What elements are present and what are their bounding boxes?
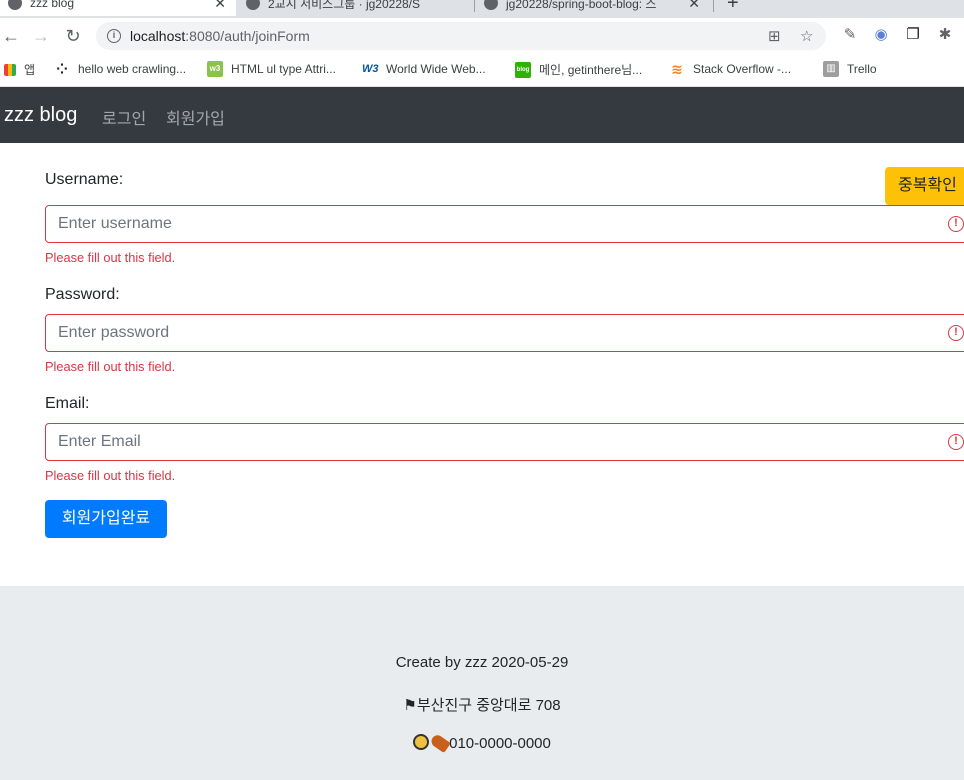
compass-icon	[413, 734, 430, 750]
tab-separator	[713, 0, 714, 12]
navbar-brand[interactable]: zzz blog	[4, 104, 77, 127]
puzzle-icon[interactable]: ✱	[936, 26, 954, 44]
join-submit-button[interactable]: 회원가입완료	[45, 500, 167, 538]
w3-green-icon: w3	[207, 61, 223, 77]
browser-tab-active[interactable]: zzz blog ✕	[0, 0, 236, 16]
github-icon	[484, 0, 498, 10]
bookmark-item[interactable]: W3 World Wide Web...	[362, 61, 486, 77]
drumstick-icon	[429, 732, 451, 754]
bookmark-label: Stack Overflow -...	[693, 62, 792, 76]
forward-icon[interactable]: →	[30, 25, 52, 47]
duplicate-check-button[interactable]: 중복확인	[885, 167, 964, 205]
window-icon[interactable]: ❐	[904, 26, 922, 44]
extension-icon[interactable]: ◉	[872, 26, 890, 44]
close-icon[interactable]: ✕	[688, 0, 700, 12]
browser-tab[interactable]: jg20228/spring-boot-blog: 스 ✕	[484, 0, 710, 16]
email-label: Email:	[45, 395, 90, 412]
error-icon: !	[948, 434, 964, 450]
browser-toolbar: ← → ↻ i localhost:8080/auth/joinForm ⊞ ☆…	[0, 18, 964, 54]
nav-link-login[interactable]: 로그인	[102, 105, 146, 129]
back-icon[interactable]: ←	[0, 25, 22, 47]
username-label: Username:	[45, 171, 124, 188]
bookmark-apps[interactable]: 앱	[4, 61, 35, 78]
error-icon: !	[948, 216, 964, 232]
bookmark-label: 메인, getinthere님...	[539, 63, 643, 77]
stackoverflow-icon: ≋	[671, 61, 683, 77]
tab-title: zzz blog	[30, 0, 75, 10]
username-input[interactable]	[45, 205, 964, 243]
info-icon[interactable]: i	[107, 29, 121, 43]
reload-icon[interactable]: ↻	[62, 25, 84, 47]
nav-link-join[interactable]: 회원가입	[166, 105, 225, 129]
flag-icon: ⚑	[403, 696, 417, 714]
trello-icon: ▥	[823, 61, 839, 77]
apps-grid-icon	[4, 63, 16, 76]
bookmark-label: 앱	[24, 63, 36, 77]
eyedropper-icon[interactable]: ✎	[841, 26, 859, 44]
bookmark-item[interactable]: blog 메인, getinthere님...	[515, 61, 642, 78]
bookmark-item[interactable]: w3 HTML ul type Attri...	[207, 61, 336, 77]
site-footer: Create by zzz 2020-05-29 ⚑부산진구 중앙대로 708 …	[0, 586, 964, 780]
bookmark-label: World Wide Web...	[386, 62, 486, 76]
new-tab-icon[interactable]: +	[727, 0, 739, 15]
email-input[interactable]	[45, 423, 964, 461]
bookmark-item[interactable]: ≋ Stack Overflow -...	[669, 61, 791, 77]
username-invalid-feedback: Please fill out this field.	[45, 250, 176, 265]
close-icon[interactable]: ✕	[214, 0, 226, 12]
bookmarks-bar: 앱 ⁘ hello web crawling... w3 HTML ul typ…	[0, 54, 964, 87]
w3c-icon: W3	[362, 63, 379, 75]
blog-icon: blog	[515, 61, 531, 78]
password-invalid-feedback: Please fill out this field.	[45, 359, 176, 374]
address-bar[interactable]: i localhost:8080/auth/joinForm ⊞ ☆	[96, 22, 826, 50]
star-icon[interactable]: ☆	[800, 27, 813, 45]
footer-address-text: 부산진구 중앙대로 708	[416, 697, 561, 714]
error-icon: !	[948, 325, 964, 341]
email-invalid-feedback: Please fill out this field.	[45, 468, 176, 483]
site-navbar: zzz blog 로그인 회원가입	[0, 87, 964, 143]
dots-icon: ⁘	[56, 61, 68, 77]
globe-icon	[8, 0, 22, 10]
tab-title: jg20228/spring-boot-blog: 스	[506, 0, 657, 11]
bookmark-label: Trello	[847, 62, 877, 76]
password-label: Password:	[45, 286, 120, 303]
bookmark-label: hello web crawling...	[78, 62, 187, 76]
browser-tab[interactable]: 2교시 서비스그룹 · jg20228/S	[246, 0, 472, 16]
translate-icon[interactable]: ⊞	[768, 27, 781, 45]
github-icon	[246, 0, 260, 10]
bookmark-item[interactable]: ⁘ hello web crawling...	[54, 61, 186, 77]
footer-created: Create by zzz 2020-05-29	[395, 654, 569, 671]
footer-phone: 010-0000-0000	[0, 732, 964, 754]
bookmark-item[interactable]: ▥ Trello	[823, 61, 877, 77]
url-text: localhost:8080/auth/joinForm	[130, 28, 310, 44]
bookmark-label: HTML ul type Attri...	[231, 62, 336, 76]
password-input[interactable]	[45, 314, 964, 352]
tab-title: 2교시 서비스그룹 · jg20228/S	[268, 0, 420, 11]
browser-tab-strip: zzz blog ✕ 2교시 서비스그룹 · jg20228/S jg20228…	[0, 0, 964, 18]
tab-separator	[474, 0, 475, 12]
footer-address: ⚑부산진구 중앙대로 708	[0, 694, 964, 715]
footer-phone-text: 010-0000-0000	[449, 735, 551, 752]
